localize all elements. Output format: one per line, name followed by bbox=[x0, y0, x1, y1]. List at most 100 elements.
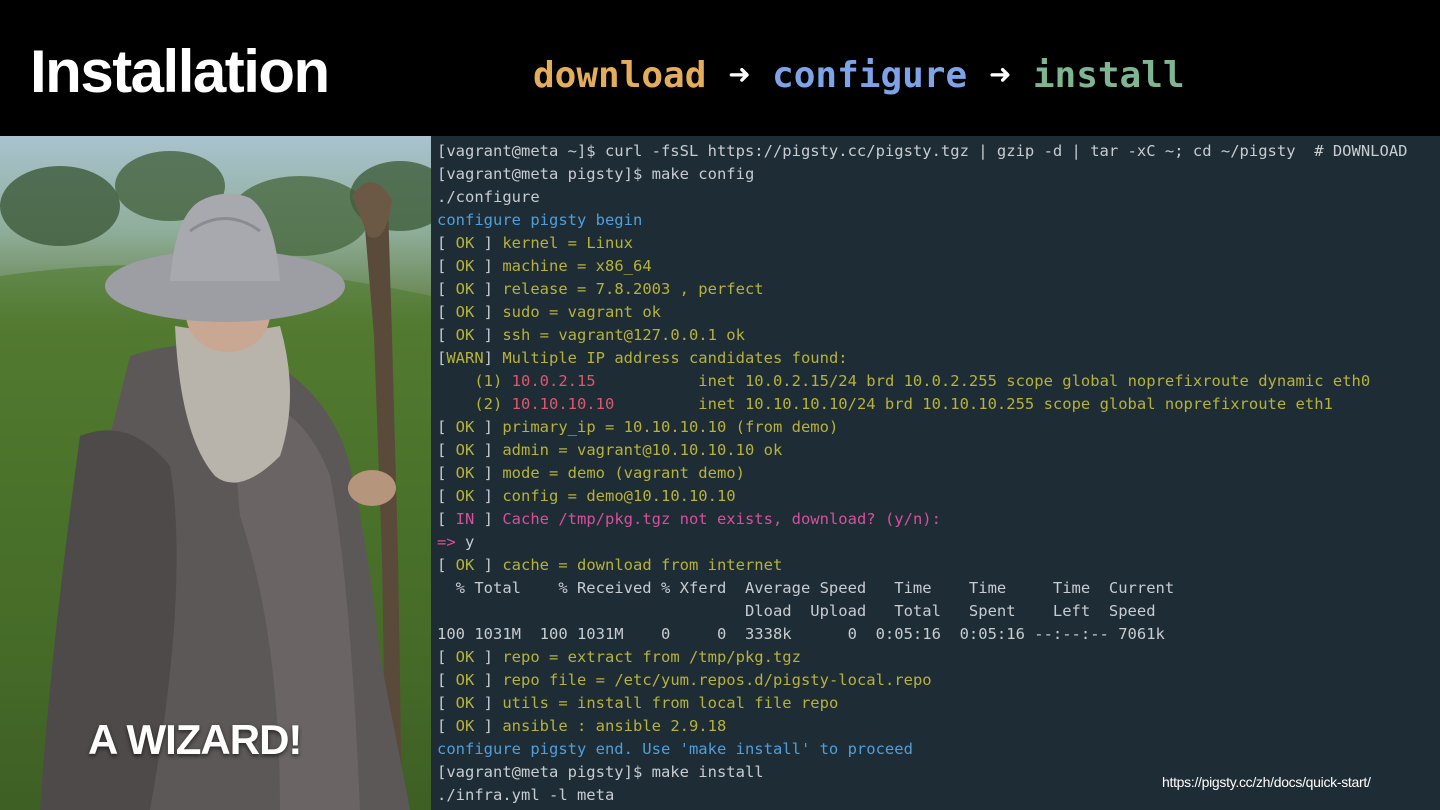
terminal-text: [ bbox=[437, 510, 456, 528]
terminal-text: OK bbox=[455, 648, 475, 666]
terminal-text: ] bbox=[474, 464, 503, 482]
terminal-text: machine = x86_64 bbox=[502, 257, 652, 275]
terminal-text: Multiple IP address candidates found: bbox=[502, 349, 848, 367]
terminal-text: ] bbox=[474, 418, 503, 436]
terminal-output: [vagrant@meta ~]$ curl -fsSL https://pig… bbox=[437, 140, 1408, 807]
terminal-text: ] bbox=[474, 717, 503, 735]
terminal-text: inet 10.0.2.15/24 brd 10.0.2.255 scope g… bbox=[595, 372, 1371, 390]
terminal-text: [ bbox=[437, 326, 456, 344]
arrow-right-icon: ➜ bbox=[728, 55, 751, 96]
terminal-text: [ bbox=[437, 280, 456, 298]
terminal-text: [ bbox=[437, 487, 456, 505]
terminal-text: primary_ip = 10.10.10.10 (from demo) bbox=[502, 418, 839, 436]
terminal-text: (2) bbox=[437, 395, 512, 413]
terminal-text: [ bbox=[437, 717, 456, 735]
terminal-text: [ bbox=[437, 418, 456, 436]
terminal-text: ] bbox=[474, 280, 503, 298]
terminal-line: [ OK ] primary_ip = 10.10.10.10 (from de… bbox=[437, 416, 1408, 439]
terminal-text: ssh = vagrant@127.0.0.1 ok bbox=[502, 326, 745, 344]
docs-link[interactable]: https://pigsty.cc/zh/docs/quick-start/ bbox=[1162, 774, 1371, 790]
terminal-text: Cache /tmp/pkg.tgz not exists, download?… bbox=[502, 510, 941, 528]
terminal-line: [vagrant@meta ~]$ curl -fsSL https://pig… bbox=[437, 140, 1408, 163]
terminal-line: [ OK ] utils = install from local file r… bbox=[437, 692, 1408, 715]
terminal-text: ] bbox=[474, 257, 503, 275]
terminal-text: mode = demo (vagrant demo) bbox=[502, 464, 745, 482]
terminal-text: ansible : ansible 2.9.18 bbox=[502, 717, 727, 735]
terminal-text: repo file = /etc/yum.repos.d/pigsty-loca… bbox=[502, 671, 932, 689]
terminal-text: OK bbox=[455, 671, 475, 689]
terminal-text: 10.10.10.10 bbox=[511, 395, 615, 413]
terminal-line: [ OK ] mode = demo (vagrant demo) bbox=[437, 462, 1408, 485]
terminal-line: [ OK ] kernel = Linux bbox=[437, 232, 1408, 255]
terminal-text: [vagrant@meta ~]$ curl -fsSL https://pig… bbox=[437, 142, 1408, 160]
terminal-text: y bbox=[465, 533, 475, 551]
terminal-text: OK bbox=[455, 303, 475, 321]
terminal-line: [vagrant@meta pigsty]$ make config bbox=[437, 163, 1408, 186]
terminal-line: [ OK ] repo file = /etc/yum.repos.d/pigs… bbox=[437, 669, 1408, 692]
terminal-text: ./infra.yml -l meta bbox=[437, 786, 615, 804]
terminal-text: OK bbox=[455, 487, 475, 505]
terminal-text: [ bbox=[437, 648, 456, 666]
terminal-text: OK bbox=[455, 326, 475, 344]
terminal-text: ] bbox=[474, 487, 503, 505]
terminal-line: configure pigsty begin bbox=[437, 209, 1408, 232]
terminal-line: (2) 10.10.10.10 inet 10.10.10.10/24 brd … bbox=[437, 393, 1408, 416]
terminal-text: [ bbox=[437, 303, 456, 321]
terminal-text: [ bbox=[437, 556, 456, 574]
terminal-line: [ OK ] config = demo@10.10.10.10 bbox=[437, 485, 1408, 508]
terminal-text: ] bbox=[474, 556, 503, 574]
step-configure: configure bbox=[772, 55, 968, 96]
terminal-text: admin = vagrant@10.10.10.10 ok bbox=[502, 441, 783, 459]
terminal-text: release = 7.8.2003 , perfect bbox=[502, 280, 764, 298]
terminal-line: [ OK ] machine = x86_64 bbox=[437, 255, 1408, 278]
terminal-text: ] bbox=[474, 441, 503, 459]
terminal-line: [ OK ] repo = extract from /tmp/pkg.tgz bbox=[437, 646, 1408, 669]
terminal-text: => bbox=[437, 533, 465, 551]
terminal-text: ] bbox=[474, 694, 503, 712]
terminal-text: utils = install from local file repo bbox=[502, 694, 839, 712]
terminal-line: Dload Upload Total Spent Left Speed bbox=[437, 600, 1408, 623]
terminal-text: [ bbox=[437, 694, 456, 712]
terminal-text: OK bbox=[455, 257, 475, 275]
terminal-text: config = demo@10.10.10.10 bbox=[502, 487, 736, 505]
terminal-text: % Total % Received % Xferd Average Speed… bbox=[437, 579, 1175, 597]
slide-header: Installation download ➜ configure ➜ install bbox=[0, 0, 1440, 136]
terminal-text: OK bbox=[455, 418, 475, 436]
terminal-text: ./configure bbox=[437, 188, 540, 206]
terminal-text: (1) bbox=[437, 372, 512, 390]
terminal-line: [ OK ] release = 7.8.2003 , perfect bbox=[437, 278, 1408, 301]
wizard-illustration bbox=[0, 151, 431, 810]
terminal-text: [ bbox=[437, 671, 456, 689]
terminal-text: [ bbox=[437, 441, 456, 459]
terminal-text: ] bbox=[474, 326, 503, 344]
terminal-text: IN bbox=[455, 510, 475, 528]
terminal-text: WARN bbox=[446, 349, 484, 367]
terminal-text: repo = extract from /tmp/pkg.tgz bbox=[502, 648, 801, 666]
terminal-line: (1) 10.0.2.15 inet 10.0.2.15/24 brd 10.0… bbox=[437, 370, 1408, 393]
terminal-window: [vagrant@meta ~]$ curl -fsSL https://pig… bbox=[431, 136, 1440, 810]
terminal-line: [ OK ] ansible : ansible 2.9.18 bbox=[437, 715, 1408, 738]
terminal-line: configure pigsty end. Use 'make install'… bbox=[437, 738, 1408, 761]
terminal-line: => y bbox=[437, 531, 1408, 554]
terminal-text: [vagrant@meta pigsty]$ make install bbox=[437, 763, 764, 781]
terminal-text: configure pigsty end. Use 'make install'… bbox=[437, 740, 913, 758]
terminal-text: Dload Upload Total Spent Left Speed bbox=[437, 602, 1156, 620]
terminal-text: 10.0.2.15 bbox=[511, 372, 596, 390]
arrow-right-icon: ➜ bbox=[989, 55, 1011, 96]
terminal-text: kernel = Linux bbox=[502, 234, 633, 252]
terminal-line: [ OK ] ssh = vagrant@127.0.0.1 ok bbox=[437, 324, 1408, 347]
terminal-text: ] bbox=[474, 303, 503, 321]
terminal-text: 100 1031M 100 1031M 0 0 3338k 0 0:05:16 … bbox=[437, 625, 1165, 643]
step-download: download bbox=[533, 55, 707, 96]
terminal-text: ] bbox=[474, 648, 503, 666]
terminal-text: OK bbox=[455, 717, 475, 735]
wizard-image: A WIZARD! bbox=[0, 136, 431, 810]
terminal-text: OK bbox=[455, 464, 475, 482]
terminal-line: % Total % Received % Xferd Average Speed… bbox=[437, 577, 1408, 600]
terminal-text: ] bbox=[483, 349, 503, 367]
terminal-line: [ IN ] Cache /tmp/pkg.tgz not exists, do… bbox=[437, 508, 1408, 531]
terminal-text: sudo = vagrant ok bbox=[502, 303, 661, 321]
terminal-text: ] bbox=[474, 234, 503, 252]
terminal-line: [ OK ] admin = vagrant@10.10.10.10 ok bbox=[437, 439, 1408, 462]
terminal-line: ./configure bbox=[437, 186, 1408, 209]
